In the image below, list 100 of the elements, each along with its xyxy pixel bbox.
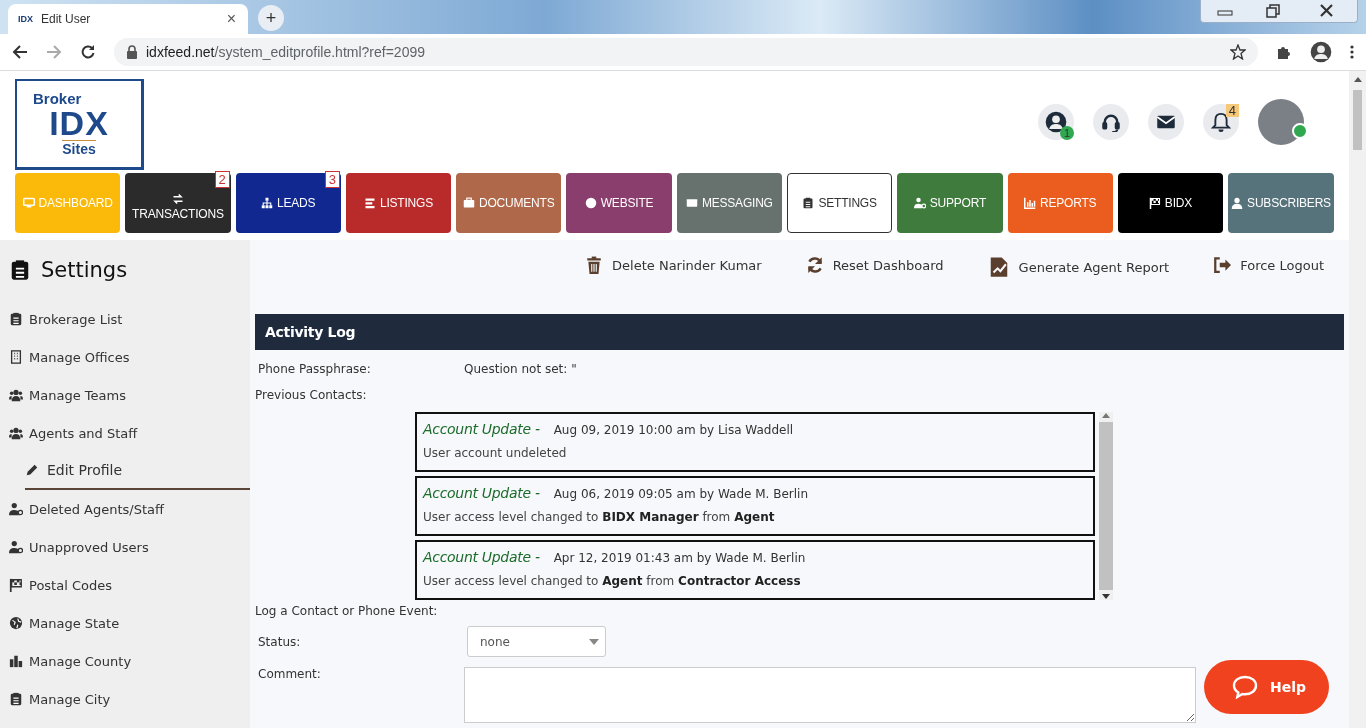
action-button[interactable]: Force Logout <box>1213 256 1324 274</box>
logout-icon <box>1213 256 1232 274</box>
comment-field[interactable] <box>464 667 1196 723</box>
sidebar-item[interactable]: Deleted Agents/Staff <box>9 490 250 528</box>
users-icon <box>9 426 23 440</box>
entry-type: Account Update - <box>423 421 540 437</box>
entry-type: Account Update - <box>423 549 540 565</box>
nav-tab[interactable]: MESSAGING <box>676 173 782 233</box>
notification-badge: 4 <box>1225 104 1239 117</box>
sidebar-item[interactable]: Unapproved Users <box>9 528 250 566</box>
field-label: Previous Contacts: <box>255 388 367 402</box>
nav-tab[interactable]: SUPPORT <box>897 173 1003 233</box>
field-label: Comment: <box>258 667 322 681</box>
scroll-down-arrow-icon[interactable] <box>1102 594 1110 600</box>
bell-icon <box>1211 112 1231 132</box>
sidebar-item[interactable]: Postal Codes <box>9 566 250 604</box>
user-gear-icon <box>913 197 926 209</box>
sidebar-item[interactable]: Manage Offices <box>9 338 250 376</box>
sitemap-icon <box>261 197 273 209</box>
entry-type: Account Update - <box>423 485 540 501</box>
help-button[interactable]: Help <box>1203 660 1329 714</box>
logo-main-text: IDX <box>49 106 109 140</box>
field-value: Question not set: " <box>464 362 577 376</box>
tab-title: Edit User <box>41 12 92 26</box>
clipboard-icon <box>9 692 23 706</box>
nav-tab[interactable]: LEADS 3 <box>235 173 341 233</box>
account-icon[interactable] <box>1310 41 1332 63</box>
nav-tab[interactable]: DOCUMENTS <box>456 173 562 233</box>
entry-text: User access level changed to BIDX Manager from Agent <box>423 510 776 524</box>
arrows-icon <box>171 193 184 205</box>
sidebar-item[interactable]: Brokerage List <box>9 300 250 338</box>
close-tab-button[interactable]: × <box>224 10 238 28</box>
action-button[interactable]: Delete Narinder Kumar <box>585 256 762 274</box>
nav-tab[interactable]: SETTINGS <box>786 173 893 233</box>
page-scrollbar[interactable] <box>1349 71 1366 728</box>
list-icon <box>363 197 376 209</box>
headset-icon <box>1101 112 1121 132</box>
nav-tab[interactable]: LISTINGS <box>345 173 452 233</box>
field-label: Phone Passphrase: <box>258 362 372 376</box>
nav-tab[interactable]: TRANSACTIONS 2 <box>125 173 231 233</box>
bar-chart-icon <box>1023 197 1036 209</box>
user-button[interactable]: 1 <box>1038 104 1074 140</box>
lock-icon <box>126 45 138 59</box>
user-gear-icon <box>9 540 23 554</box>
scroll-up-arrow-icon[interactable] <box>1102 412 1110 418</box>
puzzle-icon[interactable] <box>1276 44 1292 60</box>
checkered-flag-icon <box>1148 197 1161 209</box>
headset-button[interactable] <box>1093 104 1129 140</box>
scroll-up-arrow-icon[interactable] <box>1353 76 1362 82</box>
sidebar-item[interactable]: Manage City <box>9 680 250 718</box>
nav-tab[interactable]: WEBSITE <box>566 173 672 233</box>
more-menu-icon[interactable] <box>1350 44 1354 60</box>
entry-meta: Aug 06, 2019 09:05 am by Wade M. Berlin <box>553 487 808 501</box>
url-path: /system_editprofile.html?ref=2099 <box>214 44 425 60</box>
notification-badge: 1 <box>1060 126 1074 140</box>
action-button[interactable]: Generate Agent Report <box>987 256 1170 278</box>
sidebar-item[interactable]: Manage County <box>9 642 250 680</box>
envelope-button[interactable] <box>1148 104 1184 140</box>
back-icon[interactable] <box>12 44 28 60</box>
scrollbar-thumb[interactable] <box>1353 90 1362 150</box>
pencil-icon <box>25 463 39 477</box>
refresh-icon <box>805 256 824 274</box>
briefcase-icon <box>463 197 475 209</box>
user-icon <box>1045 111 1067 133</box>
section-label: Log a Contact or Phone Event: <box>255 604 439 618</box>
section-header-bar: Activity Log <box>255 314 1344 350</box>
browser-tab[interactable]: IDX Edit User × <box>8 4 248 34</box>
nav-tab[interactable]: SUBSCRIBERS <box>1228 173 1334 233</box>
site-favicon: IDX <box>18 14 33 24</box>
nav-tab[interactable]: BIDX <box>1117 173 1224 233</box>
address-bar[interactable]: idxfeed.net/system_editprofile.html?ref=2099 <box>114 38 1258 66</box>
count-badge: 2 <box>214 171 230 188</box>
url-host: idxfeed.net <box>146 44 215 60</box>
reload-icon[interactable] <box>80 44 96 60</box>
trash-icon <box>585 256 604 274</box>
clipboard-icon <box>802 197 815 209</box>
entry-meta: Apr 12, 2019 01:43 am by Wade M. Berlin <box>553 551 806 565</box>
flag-icon <box>9 578 23 592</box>
clipboard-icon <box>9 259 31 281</box>
sidebar-item[interactable]: Manage State <box>9 604 250 642</box>
new-tab-button[interactable]: + <box>258 5 284 31</box>
user-icon <box>1231 197 1244 209</box>
caret-icon <box>589 638 599 645</box>
monitor-icon <box>22 197 35 209</box>
sidebar-title: Settings <box>41 258 128 282</box>
bookmark-star-icon[interactable] <box>1230 44 1246 60</box>
field-label: Status: <box>258 634 302 649</box>
bell-button[interactable]: 4 <box>1203 104 1239 140</box>
sidebar-item[interactable]: Manage Teams <box>9 376 250 414</box>
entry-text: User access level changed to Agent from Contractor Access <box>423 574 802 588</box>
user-gear-icon <box>9 502 23 516</box>
sidebar-item[interactable]: Agents and Staff <box>9 414 250 452</box>
clipboard-icon <box>9 312 23 326</box>
action-button[interactable]: Reset Dashboard <box>805 256 944 274</box>
avatar[interactable] <box>1258 99 1304 145</box>
logo-bottom-text: Sites <box>62 140 96 156</box>
building-icon <box>9 350 23 364</box>
broker-idx-logo[interactable]: Broker IDX Sites <box>15 78 144 170</box>
chat-bubble-icon <box>1231 675 1258 699</box>
status-dropdown[interactable]: none <box>467 626 606 657</box>
